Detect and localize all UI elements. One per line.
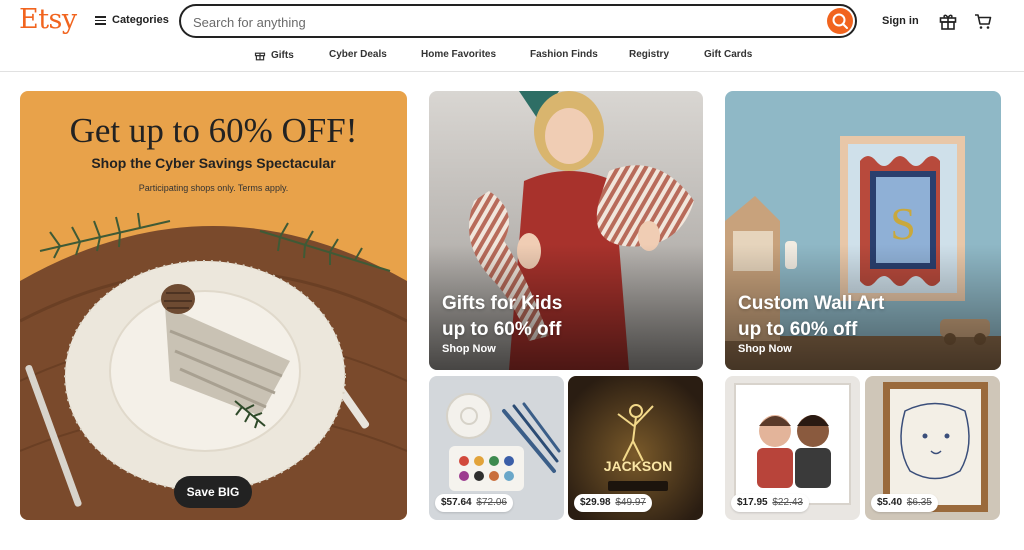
sign-in-link[interactable]: Sign in (882, 15, 919, 27)
table-setting-image (20, 212, 407, 520)
original-price: $22.43 (772, 497, 803, 508)
shop-now-link[interactable]: Shop Now (738, 343, 792, 355)
hero-title: Get up to 60% OFF! (69, 111, 358, 150)
save-big-button[interactable]: Save BIG (174, 476, 252, 508)
search-input[interactable] (193, 12, 813, 32)
shop-now-link[interactable]: Shop Now (442, 343, 496, 355)
site-header: Etsy Categories Sign in (0, 0, 1024, 72)
product-tile-name-lamp[interactable]: JACKSON $29.98 $49.97 (568, 376, 703, 520)
categories-button[interactable]: Categories (95, 14, 169, 26)
promo-title-line2: up to 60% off (738, 319, 858, 340)
menu-icon (95, 15, 106, 25)
promo-card-gifts-for-kids[interactable]: Gifts for Kids up to 60% off Shop Now (429, 91, 703, 370)
promo-title-line1: Gifts for Kids (442, 293, 563, 314)
promo-card-custom-wall-art[interactable]: S Custom Wall Art up to 60% off Shop Now (725, 91, 1001, 370)
lamp-name-text: JACKSON (604, 458, 672, 474)
sale-price: $29.98 (580, 497, 611, 508)
nav-item-home-favorites[interactable]: Home Favorites (421, 49, 496, 60)
promo-title-line1: Custom Wall Art (738, 293, 885, 314)
nav-label: Gifts (271, 49, 294, 61)
price-badge: $17.95 $22.43 (731, 494, 809, 512)
price-badge: $29.98 $49.97 (574, 494, 652, 512)
product-tile-pet-drawing[interactable]: $5.40 $6.35 (865, 376, 1000, 520)
original-price: $6.35 (906, 497, 932, 508)
price-badge: $5.40 $6.35 (871, 494, 938, 512)
categories-label: Categories (112, 14, 169, 26)
search-bar (179, 4, 857, 38)
hero-banner[interactable]: Get up to 60% OFF! Shop the Cyber Saving… (20, 91, 407, 520)
original-price: $49.97 (615, 497, 646, 508)
nav-item-gifts[interactable]: Gifts (254, 49, 294, 61)
nav-item-cyber-deals[interactable]: Cyber Deals (329, 49, 387, 60)
nav-item-registry[interactable]: Registry (629, 49, 669, 60)
gift-icon (254, 52, 266, 61)
original-price: $72.06 (476, 497, 507, 508)
cart-icon[interactable] (973, 11, 993, 31)
category-nav: Gifts Cyber Deals Home Favorites Fashion… (0, 46, 1024, 66)
search-button[interactable] (827, 8, 853, 34)
product-tile-paint-set[interactable]: $57.64 $72.06 (429, 376, 564, 520)
sale-price: $5.40 (877, 497, 903, 508)
nav-item-fashion-finds[interactable]: Fashion Finds (530, 49, 598, 60)
nav-item-gift-cards[interactable]: Gift Cards (704, 49, 752, 60)
price-badge: $57.64 $72.06 (435, 494, 513, 512)
sale-price: $57.64 (441, 497, 472, 508)
search-icon (832, 13, 848, 29)
product-tile-portrait[interactable]: $17.95 $22.43 (725, 376, 860, 520)
promo-title-line2: up to 60% off (442, 319, 562, 340)
etsy-logo[interactable]: Etsy (19, 4, 77, 35)
gift-icon[interactable] (938, 11, 958, 31)
promo-title: Gifts for Kids up to 60% off (442, 291, 562, 343)
promo-title: Custom Wall Art up to 60% off (738, 291, 884, 343)
hero-disclaimer: Participating shops only. Terms apply. (138, 183, 289, 193)
sale-price: $17.95 (737, 497, 768, 508)
hero-subtitle: Shop the Cyber Savings Spectacular (91, 155, 336, 171)
